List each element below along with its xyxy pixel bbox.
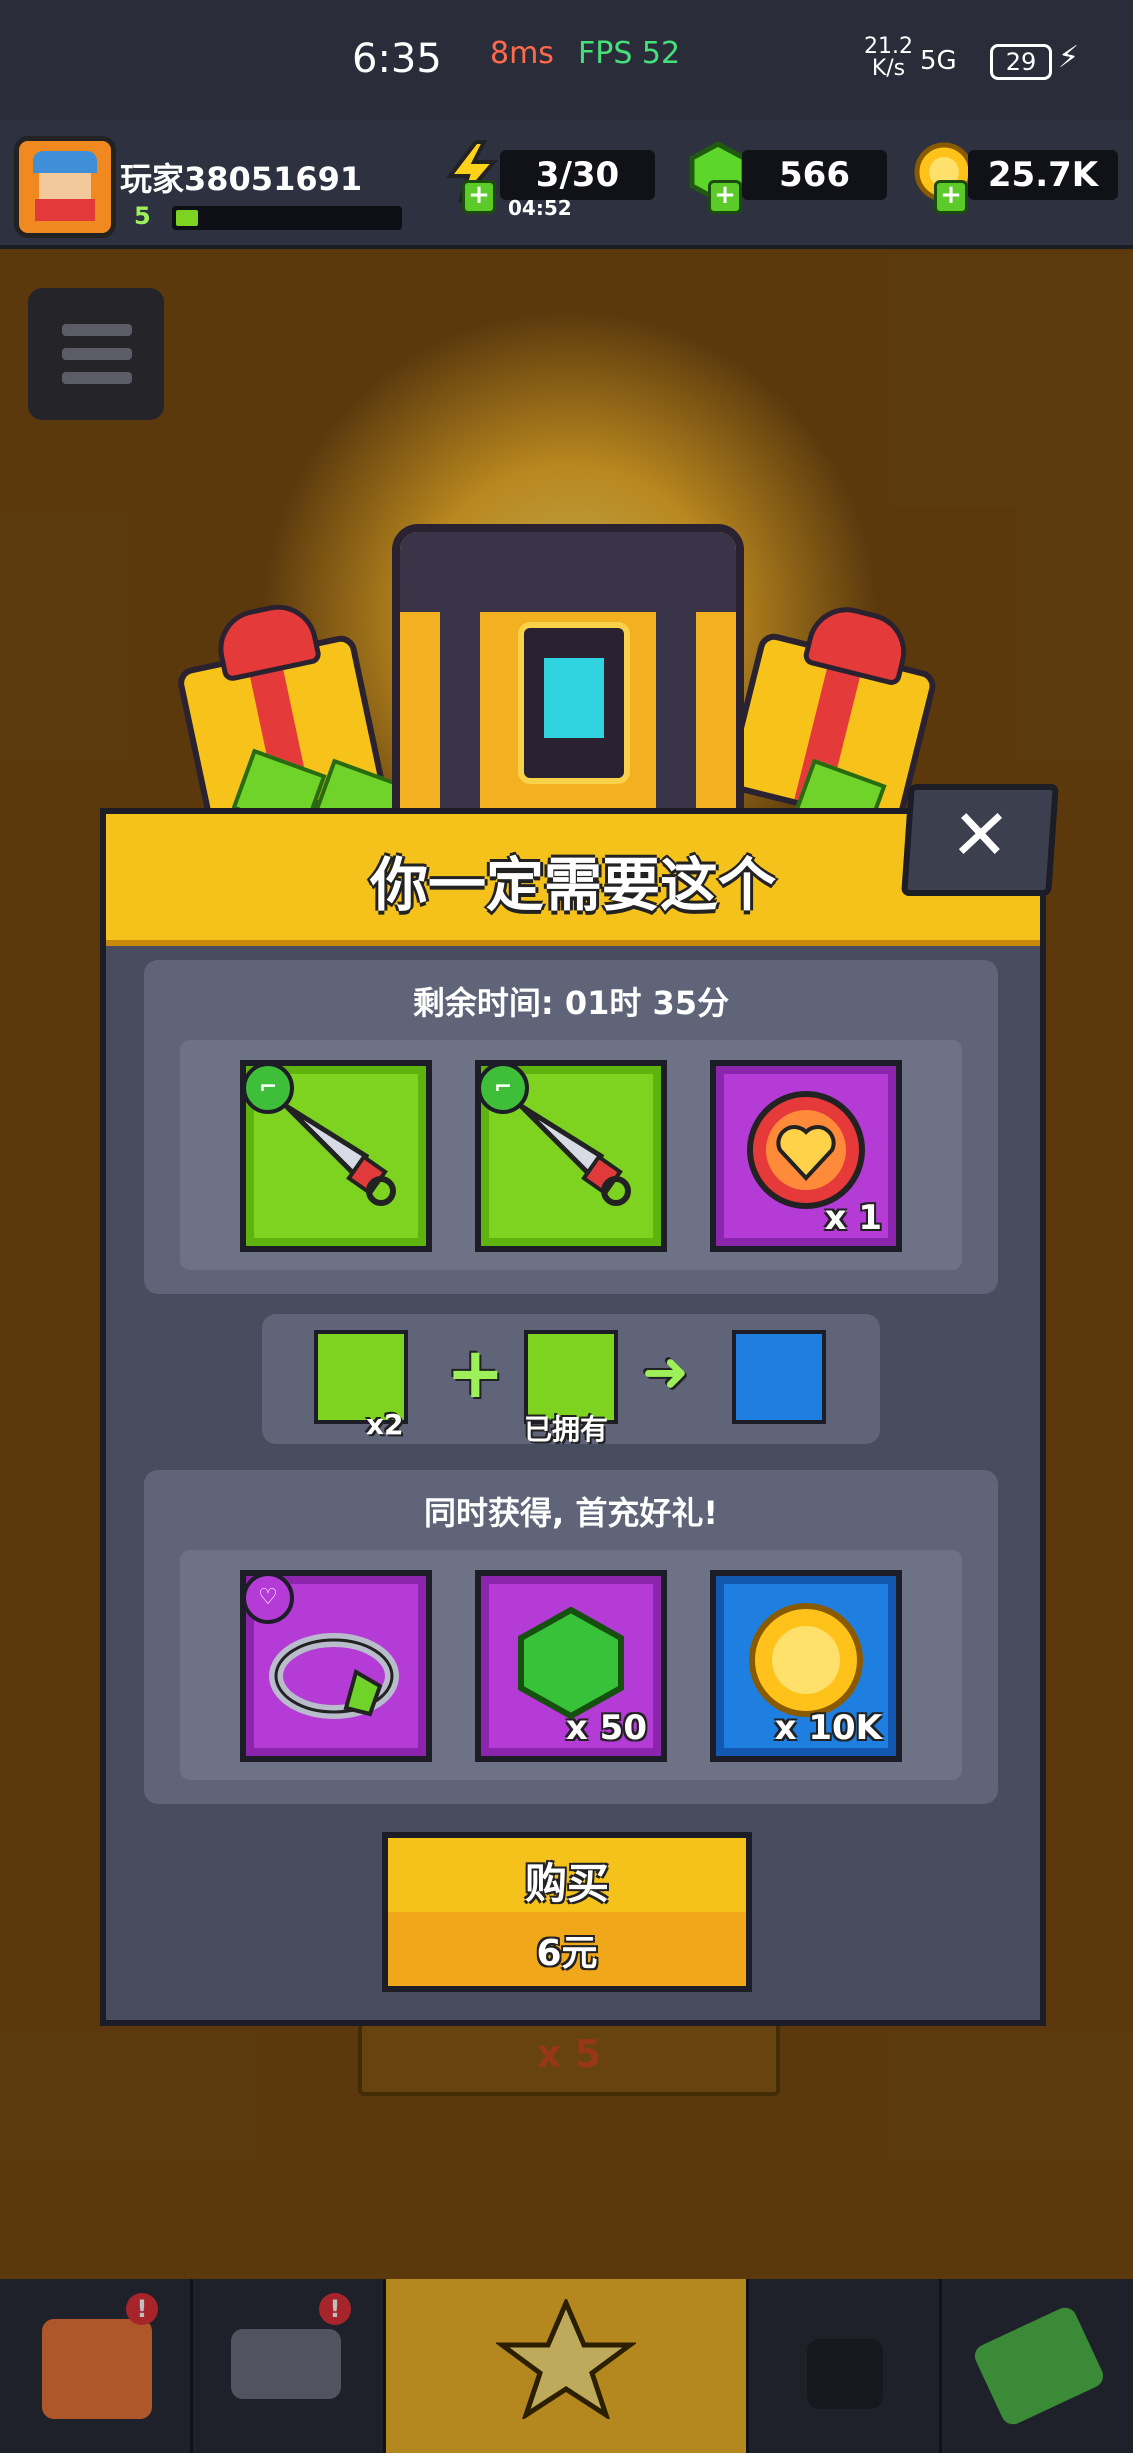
avatar-hat: [33, 151, 97, 173]
energy-count: 3/30: [500, 150, 655, 200]
add-energy-button[interactable]: +: [462, 180, 496, 214]
item-card-heart-coin[interactable]: x 1: [710, 1060, 902, 1252]
offer-panel: 剩余时间: 01时 35分 ⌐ ⌐ x 1: [144, 960, 998, 1294]
chest-lock: [518, 622, 630, 784]
weapon-type-icon: ⌐: [477, 1062, 529, 1114]
bonus-title: 同时获得, 首充好礼!: [424, 1494, 718, 1532]
buy-button[interactable]: 购买 6元: [382, 1832, 752, 1992]
charging-icon: ⚡: [1058, 40, 1080, 75]
arrow-right-icon: ➜: [642, 1340, 689, 1405]
xp-bar: [172, 206, 402, 230]
modal-title: 你一定需要这个: [369, 851, 776, 919]
player-level: 5: [134, 202, 151, 230]
gem-count: 566: [742, 150, 887, 200]
fps-readout: FPS 52: [578, 36, 681, 71]
energy-timer: 04:52: [508, 196, 572, 220]
add-gems-button[interactable]: +: [708, 180, 742, 214]
accessory-type-icon: ♡: [242, 1572, 294, 1624]
item-quantity: x 10K: [774, 1708, 882, 1748]
item-quantity: x 1: [824, 1198, 882, 1238]
bonus-panel: 同时获得, 首充好礼! ♡ x 50 x 10K: [144, 1470, 998, 1804]
modal-header: 你一定需要这个: [106, 814, 1040, 946]
bonus-card-gem[interactable]: x 50: [475, 1570, 667, 1762]
close-icon: ✕: [948, 794, 1013, 876]
buy-price: 6元: [536, 1933, 598, 1974]
player-name: 玩家38051691: [120, 160, 363, 198]
item-quantity: x 50: [565, 1708, 647, 1748]
avatar-scarf: [35, 199, 95, 221]
bonus-card-ring[interactable]: ♡: [240, 1570, 432, 1762]
offer-items: ⌐ ⌐ x 1: [180, 1040, 962, 1270]
avatar[interactable]: [14, 136, 116, 238]
coin-count: 25.7K: [968, 150, 1118, 200]
add-coins-button[interactable]: +: [934, 180, 968, 214]
net-speed: 21.2 K/s: [864, 34, 913, 81]
clock: 6:35: [352, 36, 442, 82]
plus-icon: +: [446, 1332, 505, 1414]
bonus-card-coin[interactable]: x 10K: [710, 1570, 902, 1762]
ping-readout: 8ms: [490, 36, 554, 71]
signal-icon: 5G: [920, 46, 957, 76]
crown-icon: [544, 658, 604, 738]
merge-hint: x2 + 已拥有 ➜: [262, 1314, 880, 1446]
weapon-type-icon: ⌐: [242, 1062, 294, 1114]
status-bar: 6:35 8ms FPS 52 21.2 K/s 5G 29 ⚡: [0, 0, 1133, 120]
merge-quantity: x2: [366, 1408, 404, 1441]
item-card-kunai[interactable]: ⌐: [475, 1060, 667, 1252]
merge-kunai-blue: [732, 1330, 826, 1424]
chest-band: [440, 532, 480, 832]
chest-band: [656, 532, 696, 832]
owned-label: 已拥有: [524, 1413, 609, 1446]
xp-fill: [176, 210, 198, 226]
bonus-items: ♡ x 50 x 10K: [180, 1550, 962, 1780]
remaining-time: 剩余时间: 01时 35分: [412, 984, 730, 1022]
close-button[interactable]: ✕: [901, 784, 1059, 896]
buy-label: 购买: [524, 1859, 609, 1908]
treasure-chest: [392, 524, 744, 840]
battery-icon: 29: [990, 44, 1052, 80]
item-card-kunai[interactable]: ⌐: [240, 1060, 432, 1252]
